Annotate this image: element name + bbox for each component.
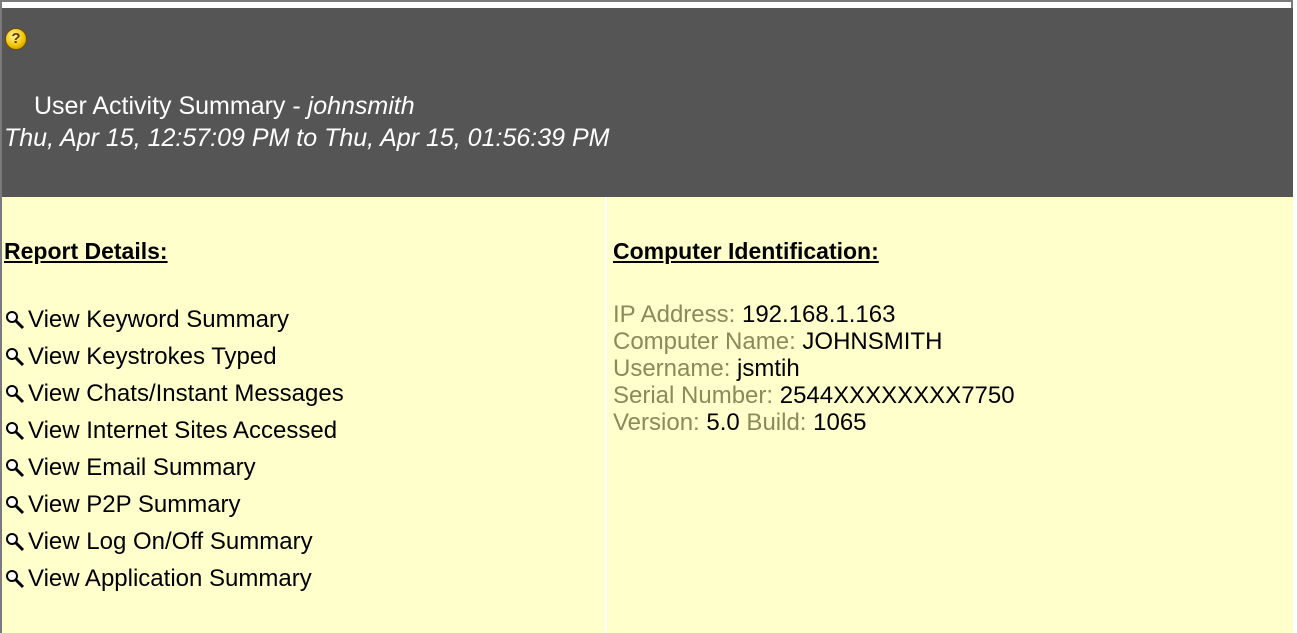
magnifier-icon: [6, 384, 25, 403]
report-date-range: Thu, Apr 15, 12:57:09 PM to Thu, Apr 15,…: [4, 124, 610, 152]
computer-info: IP Address: 192.168.1.163 Computer Name:…: [613, 301, 1015, 436]
link-label: View Email Summary: [28, 453, 256, 481]
report-title: User Activity Summary - johnsmith: [34, 92, 415, 121]
serial-number-row: Serial Number: 2544XXXXXXXX7750: [613, 382, 1015, 409]
report-body: Report Details: View Keyword Summary Vie…: [2, 197, 1293, 633]
version-row: Version: 5.0 Build: 1065: [613, 409, 1015, 436]
serial-number-label: Serial Number:: [613, 382, 780, 409]
magnifier-icon: [6, 310, 25, 329]
magnifier-icon: [6, 347, 25, 366]
magnifier-icon: [6, 458, 25, 477]
ip-address-value: 192.168.1.163: [741, 301, 896, 328]
version-label: Version:: [613, 409, 707, 436]
link-label: View Application Summary: [28, 564, 312, 592]
view-logon-summary-link[interactable]: View Log On/Off Summary: [4, 523, 344, 560]
link-label: View Chats/Instant Messages: [28, 379, 344, 407]
report-links-list: View Keyword Summary View Keystrokes Typ…: [4, 301, 344, 597]
report-details-heading: Report Details:: [4, 238, 168, 264]
link-label: View Keyword Summary: [28, 305, 289, 333]
serial-number-value: 2544XXXXXXXX7750: [779, 382, 1015, 409]
view-application-summary-link[interactable]: View Application Summary: [4, 560, 344, 597]
computer-name-value: JOHNSMITH: [802, 328, 943, 355]
computer-identification-column: Computer Identification: IP Address: 192…: [607, 197, 1287, 633]
username-row: Username: jsmtih: [613, 355, 1015, 382]
computer-name-label: Computer Name:: [613, 328, 803, 355]
link-label: View Internet Sites Accessed: [28, 416, 338, 444]
report-username: johnsmith: [307, 92, 415, 120]
report-title-prefix: User Activity Summary -: [34, 92, 308, 120]
magnifier-icon: [6, 495, 25, 514]
ip-address-row: IP Address: 192.168.1.163: [613, 301, 1015, 328]
link-label: View Keystrokes Typed: [28, 342, 277, 370]
link-label: View Log On/Off Summary: [28, 527, 313, 555]
magnifier-icon: [6, 421, 25, 440]
view-keystrokes-typed-link[interactable]: View Keystrokes Typed: [4, 338, 344, 375]
report-details-column: Report Details: View Keyword Summary Vie…: [2, 197, 602, 633]
view-internet-sites-link[interactable]: View Internet Sites Accessed: [4, 412, 344, 449]
view-keyword-summary-link[interactable]: View Keyword Summary: [4, 301, 344, 338]
view-p2p-summary-link[interactable]: View P2P Summary: [4, 486, 344, 523]
magnifier-icon: [6, 569, 25, 588]
computer-name-row: Computer Name: JOHNSMITH: [613, 328, 1015, 355]
build-value: 1065: [813, 409, 867, 436]
version-value: 5.0: [706, 409, 740, 436]
help-icon[interactable]: ?: [5, 28, 27, 50]
report-header: ? User Activity Summary - johnsmith Thu,…: [2, 8, 1293, 197]
build-label: Build:: [739, 409, 814, 436]
username-label: Username:: [613, 355, 738, 382]
magnifier-icon: [6, 532, 25, 551]
computer-identification-heading: Computer Identification:: [613, 238, 879, 264]
link-label: View P2P Summary: [28, 490, 241, 518]
ip-address-label: IP Address:: [613, 301, 742, 328]
view-email-summary-link[interactable]: View Email Summary: [4, 449, 344, 486]
username-value: jsmtih: [737, 355, 800, 382]
view-chats-link[interactable]: View Chats/Instant Messages: [4, 375, 344, 412]
